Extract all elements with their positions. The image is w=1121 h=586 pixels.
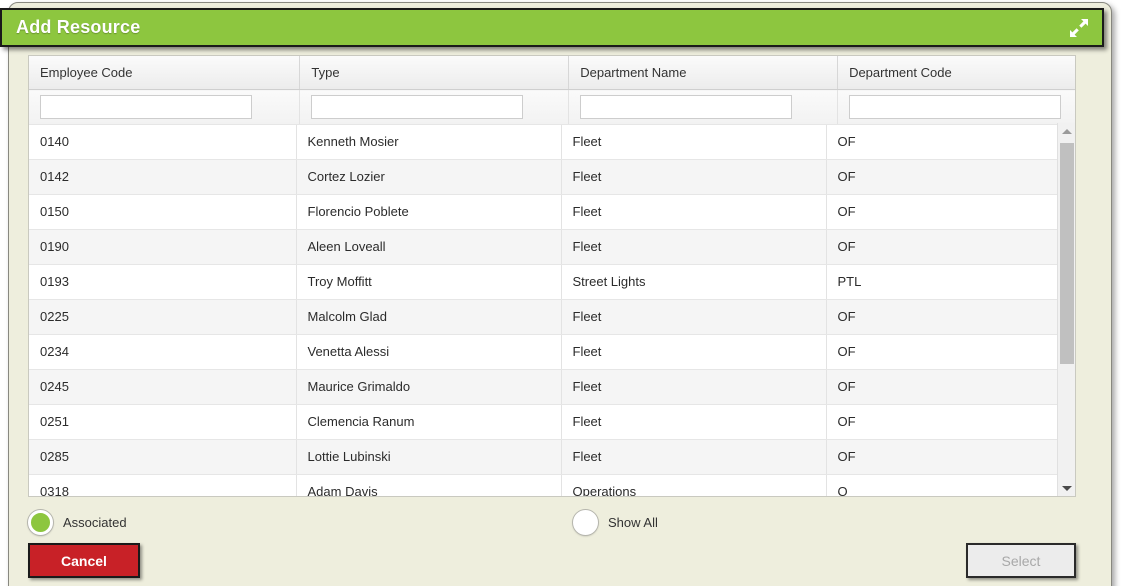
cell-department-name: Fleet [561, 194, 827, 230]
table-row[interactable]: 0234 Venetta Alessi Fleet OF [29, 334, 1059, 370]
cell-type: Malcolm Glad [296, 299, 562, 335]
filter-cell-department-code [837, 89, 1075, 125]
filter-cell-type [299, 89, 570, 125]
cell-department-name: Fleet [561, 369, 827, 405]
cell-employee-code: 0150 [29, 194, 297, 230]
cell-employee-code: 0234 [29, 334, 297, 370]
dialog-footer: Associated Show All Cancel Select [28, 505, 1076, 585]
cell-employee-code: 0318 [29, 474, 297, 496]
scroll-up-arrow-icon[interactable] [1058, 123, 1075, 140]
cell-department-code: OF [826, 125, 1059, 160]
cell-type: Florencio Poblete [296, 194, 562, 230]
radio-show-all-label: Show All [608, 515, 658, 530]
cancel-button[interactable]: Cancel [28, 543, 140, 578]
table-row[interactable]: 0225 Malcolm Glad Fleet OF [29, 299, 1059, 335]
grid-scroll-area: 0140 Kenneth Mosier Fleet OF 0142 Cortez Lozi… [29, 125, 1075, 496]
cell-type: Troy Moffitt [296, 264, 562, 300]
grid-vertical-scrollbar[interactable] [1057, 123, 1075, 496]
column-header-department-name[interactable]: Department Name [568, 56, 839, 90]
table-row[interactable]: 0245 Maurice Grimaldo Fleet OF [29, 369, 1059, 405]
cell-employee-code: 0142 [29, 159, 297, 195]
filter-input-employee-code[interactable] [40, 94, 252, 119]
cell-department-code: OF [826, 159, 1059, 195]
table-row[interactable]: 0150 Florencio Poblete Fleet OF [29, 194, 1059, 230]
table-row[interactable]: 0140 Kenneth Mosier Fleet OF [29, 125, 1059, 160]
dialog-title-bar: Add Resource [0, 8, 1104, 47]
column-header-type[interactable]: Type [299, 56, 570, 90]
cell-type: Maurice Grimaldo [296, 369, 562, 405]
cell-department-name: Street Lights [561, 264, 827, 300]
cell-employee-code: 0193 [29, 264, 297, 300]
scroll-down-arrow-icon[interactable] [1058, 480, 1075, 496]
cell-type: Cortez Lozier [296, 159, 562, 195]
cell-department-code: OF [826, 369, 1059, 405]
cell-department-code: OF [826, 404, 1059, 440]
column-header-department-code[interactable]: Department Code [837, 56, 1075, 90]
cell-employee-code: 0251 [29, 404, 297, 440]
radio-show-all-indicator[interactable] [573, 510, 598, 535]
cell-department-name: Fleet [561, 439, 827, 475]
cell-department-code: PTL [826, 264, 1059, 300]
resource-grid-header: Employee Code Type Department Name Depar… [29, 56, 1075, 125]
cell-department-name: Fleet [561, 334, 827, 370]
table-row[interactable]: 0190 Aleen Loveall Fleet OF [29, 229, 1059, 265]
radio-option-associated[interactable]: Associated [28, 510, 127, 535]
radio-option-show-all[interactable]: Show All [573, 510, 658, 535]
table-row[interactable]: 0318 Adam Davis Operations O [29, 474, 1059, 496]
table-row[interactable]: 0251 Clemencia Ranum Fleet OF [29, 404, 1059, 440]
cell-department-name: Operations [561, 474, 827, 496]
cell-department-code: O [826, 474, 1059, 496]
filter-input-department-name[interactable] [580, 94, 793, 119]
table-row[interactable]: 0142 Cortez Lozier Fleet OF [29, 159, 1059, 195]
cell-employee-code: 0190 [29, 229, 297, 265]
cell-department-name: Fleet [561, 159, 827, 195]
cell-department-name: Fleet [561, 299, 827, 335]
cell-department-code: OF [826, 299, 1059, 335]
cell-type: Lottie Lubinski [296, 439, 562, 475]
grid-filter-row [29, 89, 1075, 125]
add-resource-dialog-root: Add Resource Employee Code Type Departme… [0, 0, 1121, 586]
cell-department-name: Fleet [561, 125, 827, 160]
resource-grid-panel: Employee Code Type Department Name Depar… [28, 55, 1076, 497]
table-row[interactable]: 0193 Troy Moffitt Street Lights PTL [29, 264, 1059, 300]
cell-type: Aleen Loveall [296, 229, 562, 265]
cell-employee-code: 0140 [29, 125, 297, 160]
resource-grid-body: 0140 Kenneth Mosier Fleet OF 0142 Cortez Lozi… [29, 125, 1059, 496]
cell-department-code: OF [826, 334, 1059, 370]
page-title: Add Resource [16, 17, 141, 37]
cell-type: Adam Davis [296, 474, 562, 496]
cell-employee-code: 0245 [29, 369, 297, 405]
table-row[interactable]: 0285 Lottie Lubinski Fleet OF [29, 439, 1059, 475]
cell-type: Clemencia Ranum [296, 404, 562, 440]
cell-department-name: Fleet [561, 404, 827, 440]
filter-cell-employee-code [29, 89, 301, 125]
expand-arrows-icon[interactable] [1062, 11, 1096, 45]
cell-department-name: Fleet [561, 229, 827, 265]
grid-scroll-body: 0140 Kenneth Mosier Fleet OF 0142 Cortez Lozi… [29, 125, 1059, 496]
cell-department-code: OF [826, 194, 1059, 230]
radio-associated-indicator[interactable] [28, 510, 53, 535]
cell-type: Kenneth Mosier [296, 125, 562, 160]
scrollbar-thumb[interactable] [1060, 143, 1074, 364]
radio-associated-label: Associated [63, 515, 127, 530]
column-header-employee-code[interactable]: Employee Code [29, 56, 301, 90]
cell-type: Venetta Alessi [296, 334, 562, 370]
filter-input-department-code[interactable] [849, 94, 1062, 119]
cell-employee-code: 0225 [29, 299, 297, 335]
filter-cell-department-name [568, 89, 839, 125]
filter-input-type[interactable] [311, 94, 524, 119]
cell-employee-code: 0285 [29, 439, 297, 475]
cell-department-code: OF [826, 229, 1059, 265]
select-button[interactable]: Select [966, 543, 1076, 578]
grid-header-row: Employee Code Type Department Name Depar… [29, 56, 1075, 90]
cell-department-code: OF [826, 439, 1059, 475]
